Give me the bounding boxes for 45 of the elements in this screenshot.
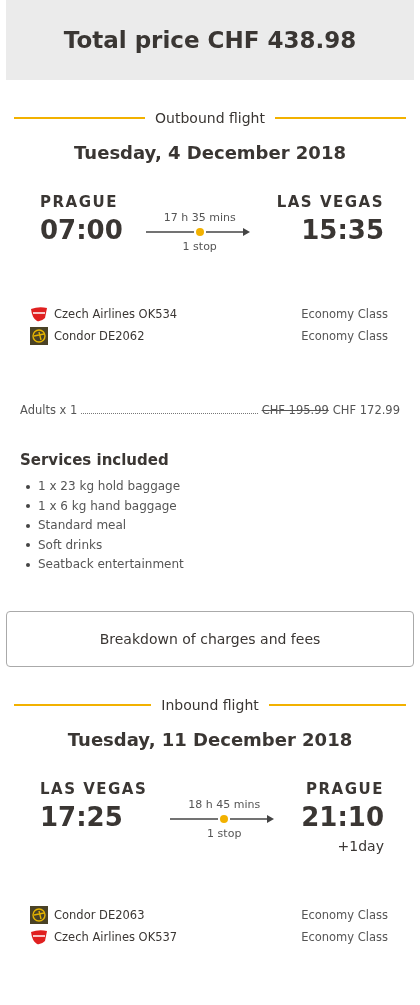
departure-time: 17:25 [40,801,123,832]
breakdown-button[interactable]: Breakdown of charges and fees [6,610,414,667]
arrival-time: 15:35 [301,215,384,245]
departure-city: PRAGUE [40,193,118,211]
airline-logo-icon [30,927,48,946]
departure-city: LAS VEGAS [40,779,148,798]
arrival-city: LAS VEGAS [276,193,384,211]
services-title: Services included [20,451,170,469]
flight-duration: 17 h 35 mins [163,211,236,224]
bullet-icon [26,484,30,489]
service-item: Seatback entertainment [38,556,184,573]
service-item: 1 x 23 kg hold baggage [38,478,181,495]
original-price: CHF 195.99 [261,403,329,417]
fare-price: CHF 172.99 [332,403,400,417]
airline-flight: Czech Airlines OK537 [54,929,179,944]
total-price: Total price CHF 438.98 [63,27,357,53]
service-item: 1 x 6 kg hand baggage [38,497,177,515]
cabin-class: Economy Class [301,929,388,944]
airline-flight: Condor DE2062 [54,329,146,343]
airline-logo-icon [30,305,48,323]
section-heading: Inbound flight [161,696,259,713]
bullet-icon [26,504,30,509]
airline-flight: Czech Airlines OK534 [54,307,179,321]
flight-date: Tuesday, 4 December 2018 [73,142,347,163]
section-heading: Outbound flight [155,110,265,126]
departure-time: 07:00 [40,215,123,245]
stops-count: 1 stop [207,826,242,840]
airline-logo-icon [30,327,48,345]
airline-flight: Condor DE2063 [54,907,146,922]
arrival-time: 21:10 [301,801,384,832]
flight-duration: 18 h 45 mins [188,797,261,811]
arrival-city: PRAGUE [306,779,384,798]
bullet-icon [26,562,30,567]
passenger-label: Adults x 1 [20,403,78,417]
cabin-class: Economy Class [301,907,388,922]
day-offset: +1day [337,837,384,854]
bullet-icon [26,543,30,548]
cabin-class: Economy Class [301,307,388,321]
cabin-class: Economy Class [301,329,388,343]
service-item: Soft drinks [38,536,103,554]
bullet-icon [26,523,30,528]
stops-count: 1 stop [182,240,217,253]
airline-logo-icon [30,905,48,924]
service-item: Standard meal [38,517,127,534]
flight-date: Tuesday, 11 December 2018 [66,728,354,750]
